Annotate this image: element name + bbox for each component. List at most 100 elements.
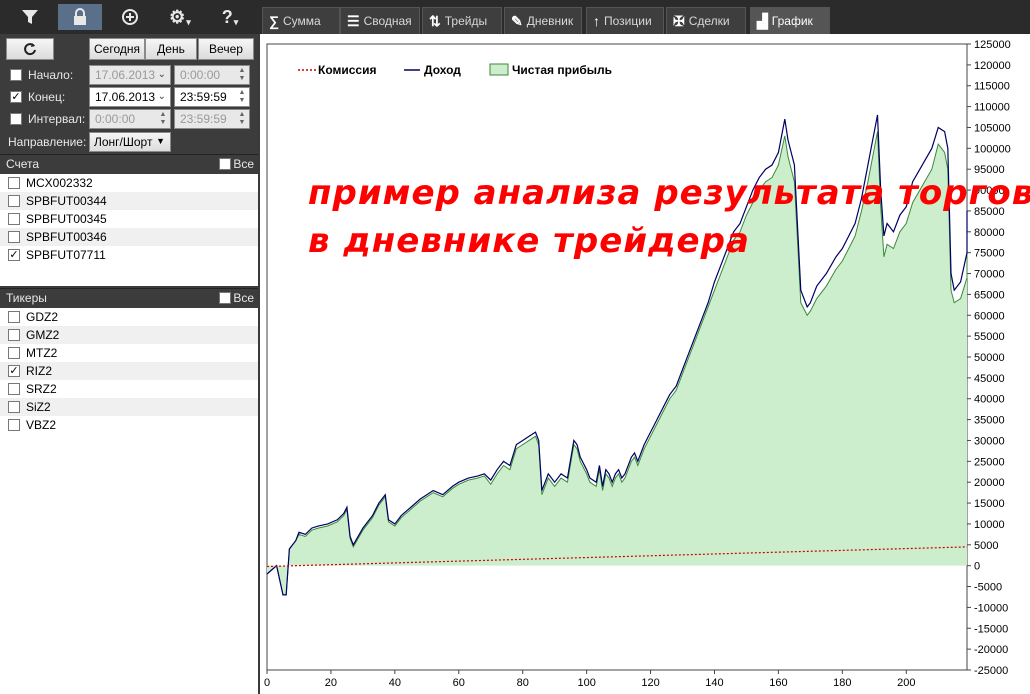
legend-label: Чистая прибыль [512,63,612,77]
tab-trades[interactable]: ⇅ Трейды [422,7,502,34]
ticker-checkbox[interactable]: ✓ [8,365,20,377]
tab-bar: ∑ Сумма ☰ Сводная ⇅ Трейды ✎ Дневник ↑ Позици… [258,0,1030,34]
date-filter-panel: Сегодня День Вечер Начало: 17.06.2013 ⌄ 0… [0,34,258,154]
end-date-field[interactable]: 17.06.2013 ⌄ [89,87,171,107]
interval-end-field[interactable]: 23:59:59 ▲ ▼ [174,109,250,129]
account-checkbox[interactable]: ✓ [8,249,20,261]
y-tick-label: 110000 [974,102,1010,114]
chart-annotation: пример анализа результата торгов [308,173,1030,213]
lock-icon [74,8,86,25]
help-button[interactable]: ? ▾ [208,4,252,30]
end-date-value: 17.06.2013 [95,90,156,104]
end-checkbox[interactable]: ✓ [10,91,22,103]
list-item[interactable]: ✓ RIZ2 [0,362,258,380]
chevron-down-icon: ▼ [156,136,165,146]
start-checkbox[interactable] [10,69,22,81]
ticker-checkbox[interactable] [8,401,20,413]
list-item[interactable]: SPBFUT00344 [0,192,258,210]
interval-start-value: 0:00:00 [95,112,136,126]
tab-positions[interactable]: ↑ Позиции [586,7,664,34]
filter-icon [22,10,38,24]
ticker-name: RIZ2 [26,364,53,378]
y-tick-label: 65000 [974,289,1005,301]
accounts-header: Счета Все [0,154,258,173]
ticker-checkbox[interactable] [8,383,20,395]
y-tick-label: 125000 [974,39,1011,51]
list-item[interactable]: GMZ2 [0,326,258,344]
sigma-icon: ∑ [269,13,279,29]
x-tick-label: 60 [453,677,465,689]
y-tick-label: 30000 [974,435,1005,447]
list-item[interactable]: SPBFUT00345 [0,210,258,228]
list-item[interactable]: VBZ2 [0,416,258,434]
list-item[interactable]: GDZ2 [0,308,258,326]
list-item[interactable]: MCX002332 [0,174,258,192]
list-item[interactable]: SRZ2 [0,380,258,398]
y-tick-label: -10000 [974,602,1008,614]
ticker-checkbox[interactable] [8,419,20,431]
account-checkbox[interactable] [8,231,20,243]
y-tick-label: 75000 [974,248,1005,260]
interval-label: Интервал: [28,112,86,126]
y-tick-label: 0 [974,561,980,573]
x-tick-label: 20 [325,677,337,689]
refresh-button[interactable] [6,38,54,60]
account-name: MCX002332 [26,176,93,190]
account-name: SPBFUT00344 [26,194,107,208]
interval-checkbox[interactable] [10,113,22,125]
tab-deals[interactable]: ✠ Сделки [666,7,746,34]
gear-icon: ⚙ [169,6,186,27]
pnl-chart[interactable]: -25000 -20000 -15000 -10000 -5000 0 5000 10000 1… [260,34,1030,694]
y-tick-label: 50000 [974,352,1005,364]
handshake-icon: ✠ [673,12,685,29]
x-tick-label: 160 [769,677,787,689]
account-checkbox[interactable] [8,213,20,225]
ticker-checkbox[interactable] [8,347,20,359]
y-tick-label: 115000 [974,81,1010,93]
tab-summary[interactable]: ☰ Сводная [340,7,420,34]
tab-sum[interactable]: ∑ Сумма [262,7,340,34]
bar-chart-icon: ▟ [757,12,768,29]
spinner-icon[interactable]: ▲ ▼ [236,67,248,83]
accounts-select-all-checkbox[interactable] [219,158,231,170]
chart-panel: -25000 -20000 -15000 -10000 -5000 0 5000 10000 1… [260,34,1030,694]
ticker-name: MTZ2 [26,346,58,360]
list-item[interactable]: SiZ2 [0,398,258,416]
spinner-icon[interactable]: ▲ ▼ [236,89,248,105]
end-time-field[interactable]: 23:59:59 ▲ ▼ [174,87,250,107]
direction-label: Направление: [8,135,87,149]
add-button[interactable] [108,4,152,30]
ticker-checkbox[interactable] [8,311,20,323]
tickers-select-all-checkbox[interactable] [219,292,231,304]
lock-button[interactable] [58,4,102,30]
start-time-field[interactable]: 0:00:00 ▲ ▼ [174,65,250,85]
y-tick-label: 25000 [974,456,1005,468]
start-label: Начало: [28,68,74,82]
list-item[interactable]: SPBFUT00346 [0,228,258,246]
list-icon: ☰ [347,12,360,29]
accounts-list: MCX002332 SPBFUT00344 SPBFUT00345 SPBFUT… [0,174,258,286]
x-tick-label: 200 [897,677,915,689]
filter-button[interactable] [8,4,52,30]
evening-button[interactable]: Вечер [198,38,254,60]
chart-legend: Комиссия Доход Чистая прибыль [298,63,612,77]
list-item[interactable]: ✓ SPBFUT07711 [0,246,258,264]
direction-select[interactable]: Лонг/Шорт ▼ [89,132,171,152]
y-tick-label: -20000 [974,644,1008,656]
account-checkbox[interactable] [8,177,20,189]
y-tick-label: 70000 [974,269,1005,281]
y-tick-label: 5000 [974,540,998,552]
interval-start-field[interactable]: 0:00:00 ▲ ▼ [89,109,171,129]
tab-chart[interactable]: ▟ График [750,7,830,34]
ticker-checkbox[interactable] [8,329,20,341]
day-button[interactable]: День [145,38,197,60]
account-checkbox[interactable] [8,195,20,207]
start-date-field[interactable]: 17.06.2013 ⌄ [89,65,171,85]
today-button[interactable]: Сегодня [89,38,145,60]
tab-journal[interactable]: ✎ Дневник [504,7,582,34]
spinner-icon[interactable]: ▲ ▼ [157,111,169,127]
settings-button[interactable]: ⚙ ▾ [158,4,202,30]
spinner-icon[interactable]: ▲ ▼ [236,111,248,127]
tab-label: График [771,14,813,28]
list-item[interactable]: MTZ2 [0,344,258,362]
